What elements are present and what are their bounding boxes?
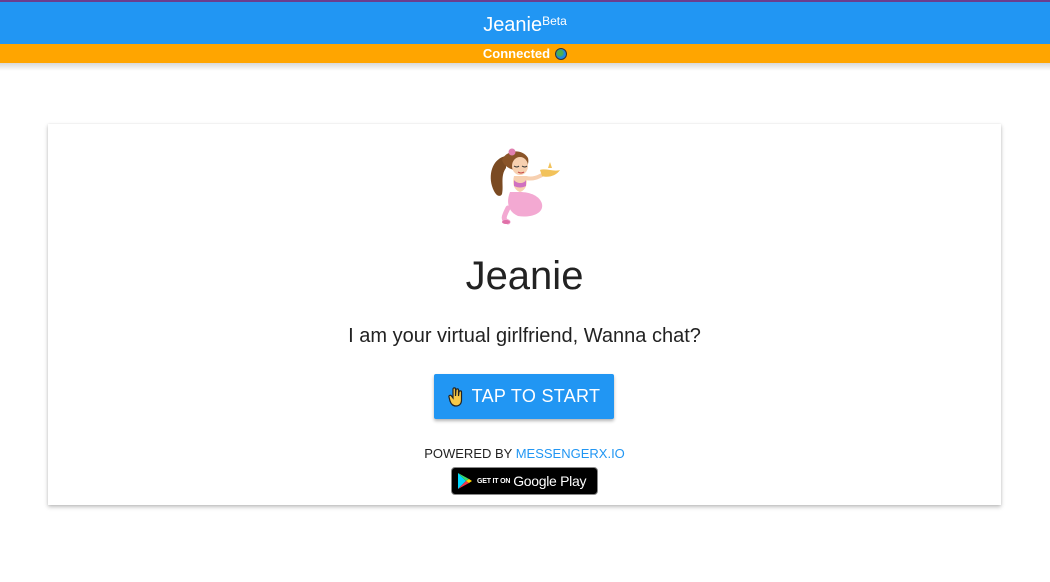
google-play-badge[interactable]: GET IT ON Google Play — [451, 467, 598, 495]
tap-to-start-button[interactable]: TAP TO START — [434, 374, 614, 419]
app-header: JeanieBeta — [0, 0, 1050, 44]
powered-by-prefix: POWERED BY — [424, 446, 513, 461]
connection-status-bar: Connected — [0, 44, 1050, 63]
google-play-text: Google Play — [513, 473, 587, 489]
globe-icon — [555, 47, 568, 60]
powered-by: POWERED BY MESSENGERX.IO — [48, 446, 1001, 461]
messengerx-link[interactable]: MESSENGERX.IO — [516, 446, 625, 461]
google-play-icon — [458, 473, 472, 489]
genie-avatar-icon — [490, 148, 560, 225]
welcome-card: Jeanie I am your virtual girlfriend, Wan… — [48, 124, 1001, 505]
tap-to-start-label: TAP TO START — [471, 386, 601, 406]
app-title-text: Jeanie — [483, 14, 543, 36]
hand-icon — [448, 386, 464, 407]
beta-badge: Beta — [542, 14, 567, 28]
app-title: JeanieBeta — [483, 14, 567, 36]
bot-tagline: I am your virtual girlfriend, Wanna chat… — [348, 325, 701, 347]
connection-status-text: Connected — [482, 46, 551, 61]
bot-name: Jeanie — [465, 254, 584, 298]
header-shadow — [0, 63, 1050, 71]
get-it-on-text: GET IT ON — [477, 477, 511, 485]
